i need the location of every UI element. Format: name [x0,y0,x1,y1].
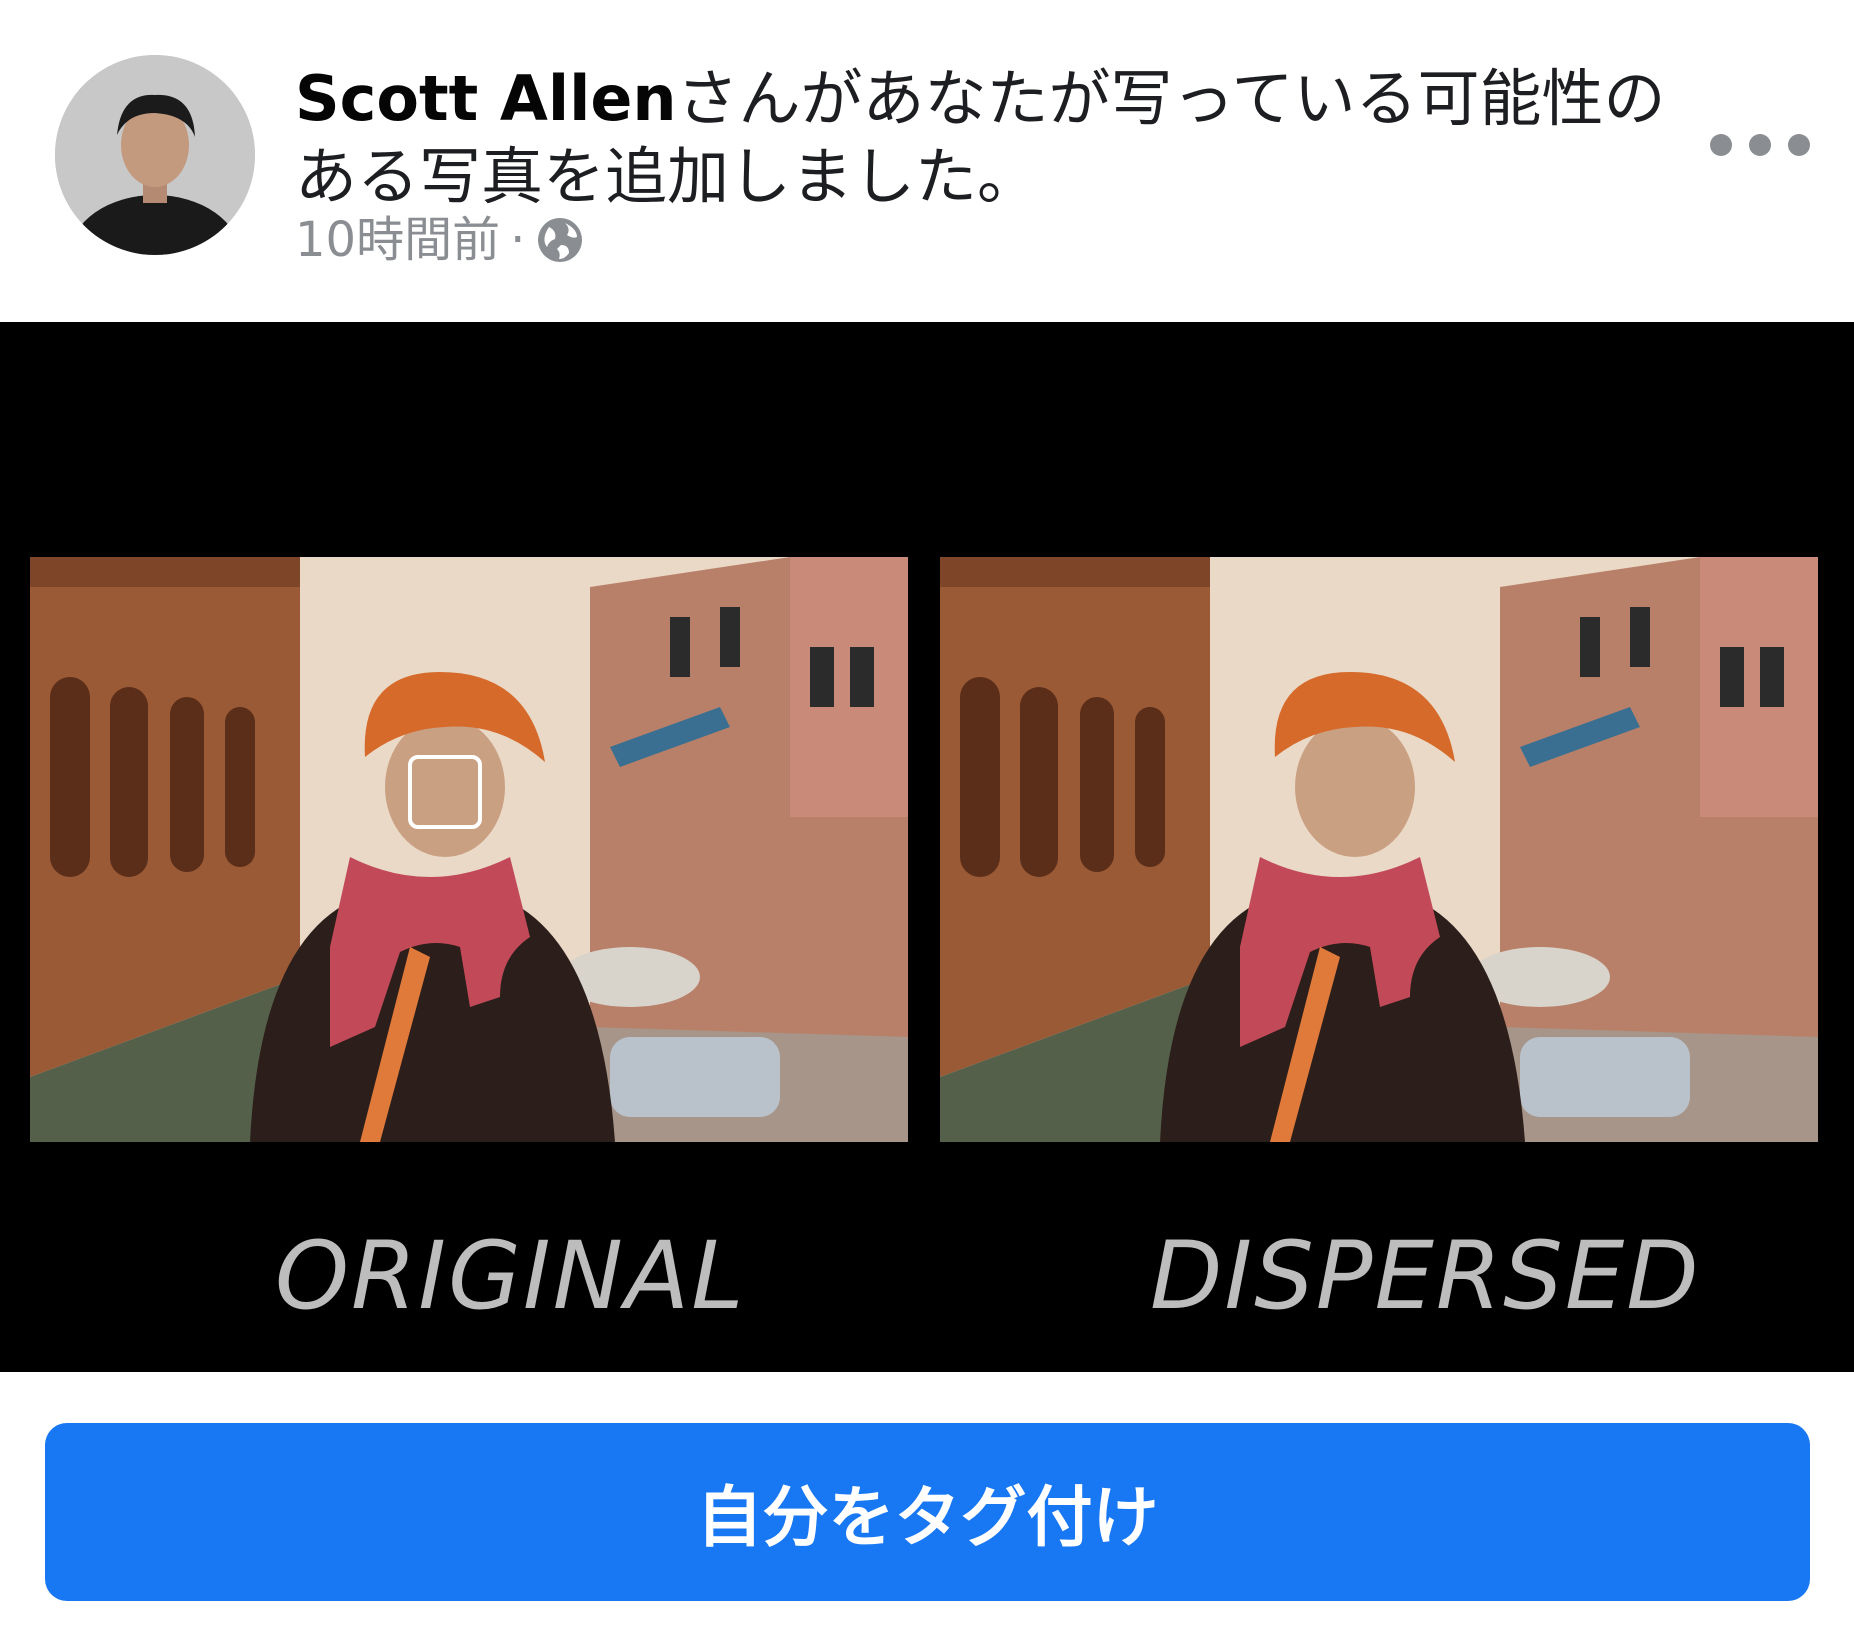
more-dot [1749,134,1771,156]
more-dot [1788,134,1810,156]
avatar[interactable] [55,55,255,255]
original-photo [30,557,908,1142]
post-header: Scott Allenさんがあなたが写っている可能性のある写真を追加しました。 … [0,0,1854,320]
dispersed-photo [940,557,1818,1142]
author-name[interactable]: Scott Allen [295,62,677,135]
post-meta: 10時間前 · [295,212,585,268]
post-notification-text: Scott Allenさんがあなたが写っている可能性のある写真を追加しました。 [295,60,1675,216]
tagged-photo[interactable]: ORIGINAL DISPERSED [0,322,1854,1372]
original-caption: ORIGINAL [275,1222,746,1331]
globe-icon[interactable] [535,215,585,265]
more-dot [1710,134,1732,156]
more-options-icon[interactable] [1710,120,1810,170]
post-card: Scott Allenさんがあなたが写っている可能性のある写真を追加しました。 … [0,0,1854,1628]
tag-yourself-button[interactable]: 自分をタグ付け [45,1423,1810,1601]
dispersed-caption: DISPERSED [1150,1222,1701,1331]
meta-separator: · [510,212,526,268]
post-time[interactable]: 10時間前 [295,212,500,268]
